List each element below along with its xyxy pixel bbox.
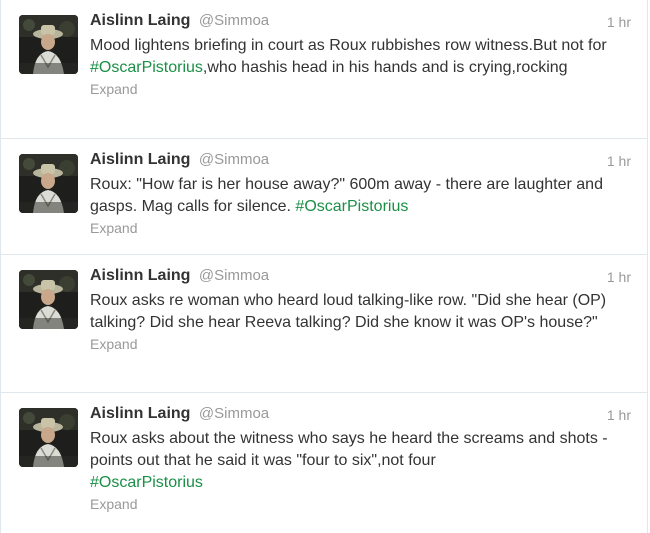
tweet-item[interactable]: Aislinn Laing @Simmoa 1 hr Roux: "How fa… <box>1 139 647 255</box>
author-name[interactable]: Aislinn Laing <box>90 405 190 422</box>
tweet-text-part: ,who hashis head in his hands and is cry… <box>202 59 568 76</box>
author-username[interactable]: @Simmoa <box>199 151 269 168</box>
avatar-photo-icon <box>19 154 78 213</box>
expand-link[interactable]: Expand <box>90 336 137 352</box>
author-username[interactable]: @Simmoa <box>199 267 269 284</box>
expand-link[interactable]: Expand <box>90 496 137 512</box>
expand-link[interactable]: Expand <box>90 81 137 97</box>
tweet-text-part: Roux asks about the witness who says he … <box>90 430 608 469</box>
avatar[interactable] <box>19 408 78 467</box>
author-name[interactable]: Aislinn Laing <box>90 12 190 29</box>
hashtag-link[interactable]: #OscarPistorius <box>90 474 203 491</box>
tweet-text-part: Mood lightens briefing in court as Roux … <box>90 37 607 54</box>
author-name[interactable]: Aislinn Laing <box>90 151 190 168</box>
tweet-timestamp[interactable]: 1 hr <box>607 269 631 285</box>
author-name[interactable]: Aislinn Laing <box>90 267 190 284</box>
tweet-timestamp[interactable]: 1 hr <box>607 153 631 169</box>
tweet-item[interactable]: Aislinn Laing @Simmoa 1 hr Roux asks abo… <box>1 393 647 533</box>
tweet-text: Roux: "How far is her house away?" 600m … <box>90 174 633 218</box>
tweet-timestamp[interactable]: 1 hr <box>607 14 631 30</box>
hashtag-link[interactable]: #OscarPistorius <box>90 59 203 76</box>
avatar[interactable] <box>19 15 78 74</box>
expand-link[interactable]: Expand <box>90 220 137 236</box>
tweet-timeline: Aislinn Laing @Simmoa 1 hr Mood lightens… <box>0 0 648 533</box>
avatar-photo-icon <box>19 270 78 329</box>
avatar[interactable] <box>19 270 78 329</box>
hashtag-link[interactable]: #OscarPistorius <box>295 198 408 215</box>
tweet-item[interactable]: Aislinn Laing @Simmoa 1 hr Roux asks re … <box>1 255 647 393</box>
tweet-text: Mood lightens briefing in court as Roux … <box>90 35 633 79</box>
author-username[interactable]: @Simmoa <box>199 405 269 422</box>
avatar-photo-icon <box>19 408 78 467</box>
tweet-item[interactable]: Aislinn Laing @Simmoa 1 hr Mood lightens… <box>1 0 647 139</box>
avatar-photo-icon <box>19 15 78 74</box>
author-username[interactable]: @Simmoa <box>199 12 269 29</box>
tweet-timestamp[interactable]: 1 hr <box>607 407 631 423</box>
tweet-text: Roux asks about the witness who says he … <box>90 428 633 494</box>
avatar[interactable] <box>19 154 78 213</box>
tweet-text: Roux asks re woman who heard loud talkin… <box>90 292 607 331</box>
